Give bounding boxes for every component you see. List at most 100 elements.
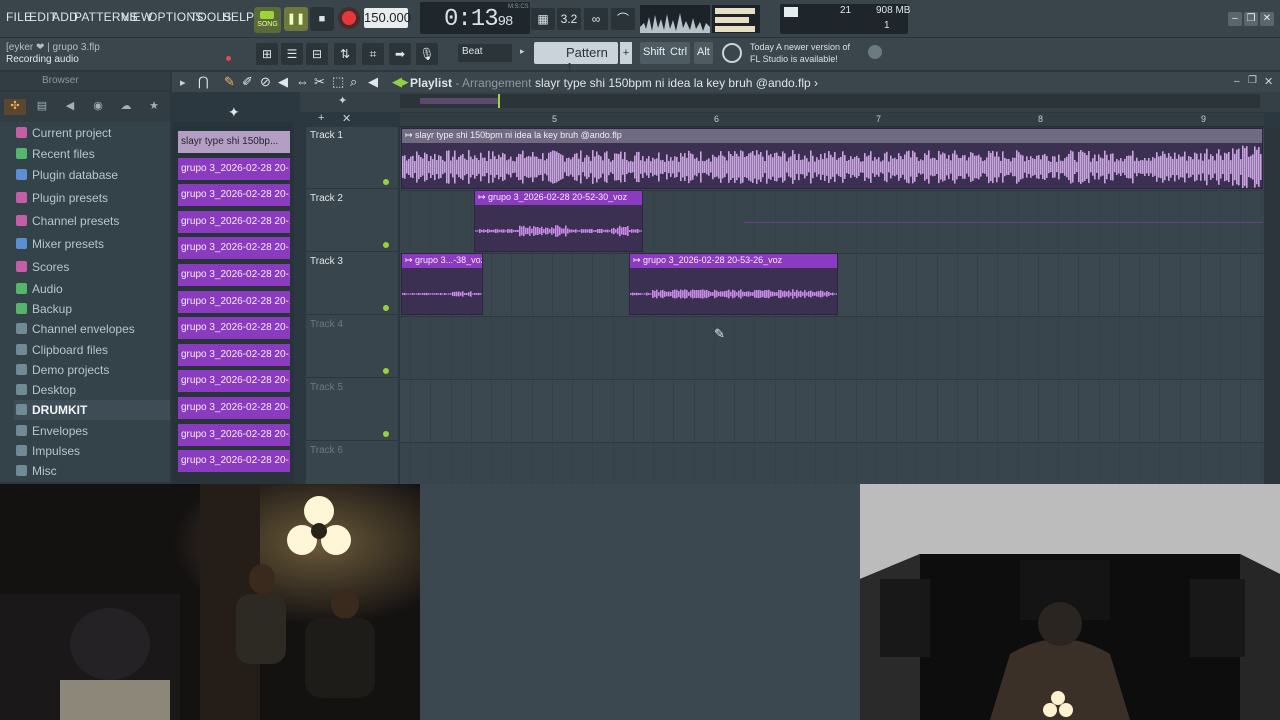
browser-item-label: Demo projects [32,363,110,377]
plugin-icon[interactable]: ⌗ [362,43,384,65]
song-overview[interactable] [400,94,1260,108]
browser-item[interactable]: Demo projects [14,360,170,380]
audio-clip-master[interactable]: ↦ slayr type shi 150bpm ni idea la key b… [401,128,1263,189]
track-enable-led[interactable] [383,368,389,374]
pencil-icon[interactable]: ✎ [224,74,235,90]
browser-item[interactable]: Mixer presets [14,234,170,254]
track-enable-led[interactable] [383,179,389,185]
browser-item[interactable]: Plugin presets [14,188,170,208]
audio-clip-voz-1[interactable]: ↦ grupo 3_2026-02-28 20-52-30_voz [474,190,643,252]
pattern-select[interactable]: Pattern 1 [534,42,618,75]
zoom-icon[interactable]: ⌕ [350,74,357,90]
browser-item[interactable]: Clipboard files [14,340,170,360]
microphone-icon[interactable]: 🎙 [416,43,438,65]
move-icon[interactable]: ✦ [338,94,347,107]
picker-clip[interactable]: grupo 3_2026-02-28 20-... [178,264,290,286]
browser-item[interactable]: Audio [14,279,170,299]
remove-track-icon[interactable]: ✕ [342,112,351,125]
news-icon[interactable] [722,43,742,63]
typing-keyboard-icon[interactable]: ▦ [531,8,555,30]
news-title[interactable]: Today A newer version of [750,42,850,52]
alt-key-button[interactable]: Alt [694,42,713,64]
browser-item[interactable]: Channel envelopes [14,319,170,339]
timeline-ruler[interactable] [400,113,1264,127]
snap-select[interactable]: Beat [458,44,512,62]
menu-help[interactable]: HELP [222,10,254,24]
add-track-icon[interactable]: + [318,112,324,124]
browser-item[interactable]: DRUMKIT [14,400,170,420]
picker-clip[interactable]: grupo 3_2026-02-28 20-... [178,210,290,233]
maximize-icon[interactable]: ❐ [1244,12,1258,26]
browser-item[interactable]: Scores [14,257,170,277]
browser-item[interactable]: Channel presets [14,211,170,231]
piano-roll-icon[interactable]: ⊟ [306,43,328,65]
picker-clip[interactable]: grupo 3_2026-02-28 20-... [178,237,290,260]
ctrl-key-button[interactable]: Ctrl [667,42,691,64]
picker-clip[interactable]: grupo 3_2026-02-28 20-... [178,370,290,393]
brush-icon[interactable]: ✐ [242,74,253,90]
star-tab-icon[interactable]: ★ [146,99,162,115]
picker-clip[interactable]: grupo 3_2026-02-28 20-... [178,317,290,340]
minimize-icon[interactable]: – [1228,12,1242,26]
track-enable-led[interactable] [383,305,389,311]
all-tab-icon[interactable]: ✣ [4,99,26,115]
picker-clip[interactable]: grupo 3_2026-02-28 20-... [178,450,290,473]
cloud-tab-icon[interactable]: ☁ [118,99,134,115]
news-body[interactable]: FL Studio is available! [750,54,838,64]
playlist-minimize-icon[interactable]: – [1234,76,1240,87]
track-enable-led[interactable] [383,242,389,248]
playlist-close-icon[interactable]: ✕ [1264,75,1273,88]
picker-clip[interactable]: grupo 3_2026-02-28 20-... [178,343,290,366]
browser-item[interactable]: Impulses [14,441,170,461]
select-icon[interactable]: ⬚ [332,74,344,90]
countdown-icon[interactable]: 3.2 [557,8,581,30]
browser-item[interactable]: Desktop [14,380,170,400]
picker-clip[interactable]: grupo 3_2026-02-28 20-... [178,290,290,313]
browser-item[interactable]: Misc [14,461,170,481]
delete-icon[interactable]: ⊘ [260,74,271,90]
track-enable-led[interactable] [383,431,389,437]
slice-icon[interactable]: ✂ [314,74,325,90]
browser-item[interactable]: Backup [14,299,170,319]
audio-clip-voz-2[interactable]: ↦ grupo 3...-38_voz [401,253,483,315]
playback-icon[interactable]: ◀▸ [392,74,409,90]
picker-clip[interactable]: grupo 3_2026-02-28 20-... [178,184,290,207]
magnet-icon[interactable]: ⋂ [198,74,209,90]
picker-move-icon[interactable]: ✦ [228,104,240,121]
channel-rack-icon[interactable]: ☰ [281,43,303,65]
song-mode-toggle[interactable]: SONG [254,7,281,33]
plugin-tab-icon[interactable]: ◉ [90,99,106,115]
add-pattern-button[interactable]: + [620,42,632,64]
stop-button[interactable]: ■ [310,7,334,31]
globe-icon[interactable] [868,45,882,59]
mixer-icon[interactable]: ⇅ [334,43,356,65]
picker-clip[interactable]: grupo 3_2026-02-28 20-... [178,157,290,180]
tempo-display[interactable]: 150.000 [364,8,411,28]
mute-icon[interactable]: ◀ [278,74,288,90]
playlist-icon[interactable]: ⊞ [256,43,278,65]
browser-item[interactable]: Current project [14,123,170,143]
record-button[interactable] [338,7,360,29]
playlist-maximize-icon[interactable]: ❐ [1248,75,1257,86]
play-button[interactable]: ❚❚ [284,7,308,31]
arrow-icon[interactable]: ➡ [389,43,411,65]
browser-item[interactable]: Recent files [14,144,170,164]
browser-item[interactable]: Envelopes [14,421,170,441]
picker-clip[interactable]: grupo 3_2026-02-28 20-... [178,423,290,446]
metronome-icon[interactable]: ⌒ [611,8,635,30]
shift-key-button[interactable]: Shift [640,42,669,64]
close-icon[interactable]: ✕ [1260,12,1274,26]
loop-record-icon[interactable]: ∞ [584,8,608,30]
vertical-scrollbar[interactable] [1264,128,1280,484]
slip-icon[interactable]: ⇔ [296,74,309,89]
arrow-right-icon[interactable]: ▸ [180,76,186,89]
browser-item[interactable]: Plugin database [14,165,170,185]
playlist-file[interactable]: slayr type shi 150bpm ni idea la key bru… [535,76,818,90]
picker-clip[interactable]: slayr type shi 150bp... [178,131,290,153]
audio-clip-voz-3[interactable]: ↦ grupo 3_2026-02-28 20-53-26_voz [629,253,838,315]
picker-clip[interactable]: grupo 3_2026-02-28 20-... [178,397,290,419]
file-tab-icon[interactable]: ▤ [34,99,50,115]
play-pattern-icon[interactable]: ▸ [520,46,525,57]
speaker-icon[interactable]: ◀ [368,74,378,90]
speaker-tab-icon[interactable]: ◀ [62,99,78,115]
